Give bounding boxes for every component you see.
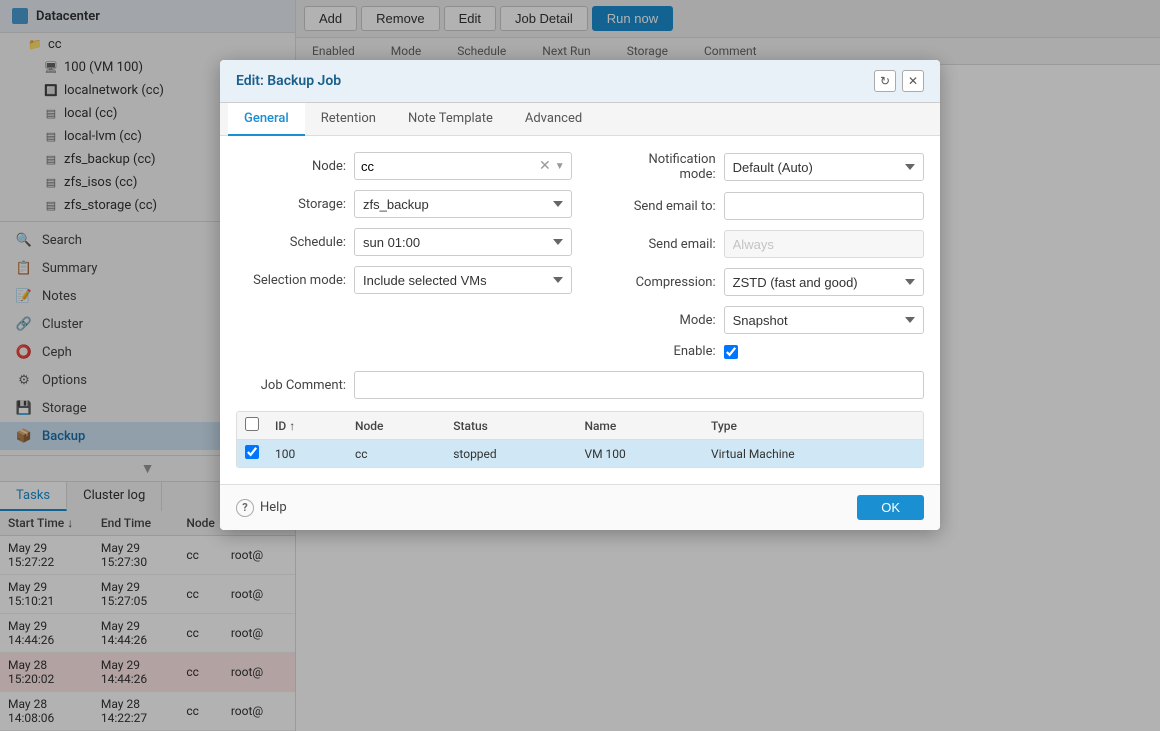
form-row-storage: Storage: zfs_backup [236, 190, 572, 218]
send-email-label: Send email: [596, 237, 716, 252]
schedule-label: Schedule: [236, 235, 346, 250]
vm-col-type: Type [703, 412, 923, 440]
node-input-wrapper: ✕ ▼ [354, 152, 572, 180]
table-row[interactable]: 100 cc stopped VM 100 Virtual Machine [237, 440, 923, 468]
selection-mode-label: Selection mode: [236, 273, 346, 288]
vm-table-container: ID ↑ Node Status Name Type 100 [236, 411, 924, 468]
form-left: Node: ✕ ▼ Storage: zfs_backup [236, 152, 572, 359]
storage-select[interactable]: zfs_backup [354, 190, 572, 218]
form-row-send-email: Send email: Always [596, 230, 924, 258]
vm-select-all-checkbox[interactable] [245, 417, 259, 431]
ok-button[interactable]: OK [857, 495, 924, 520]
node-dropdown-icon[interactable]: ▼ [555, 161, 565, 172]
vm-row-checkbox-cell [237, 440, 267, 468]
job-comment-label: Job Comment: [236, 378, 346, 393]
form-row-send-email-to: Send email to: [596, 192, 924, 220]
notification-mode-label: Notificationmode: [596, 152, 716, 182]
modal-footer: ? Help OK [220, 484, 940, 530]
node-clear-button[interactable]: ✕ [537, 158, 553, 174]
modal-tabs: General Retention Note Template Advanced [220, 103, 940, 136]
modal-title: Edit: Backup Job [236, 73, 341, 89]
node-label: Node: [236, 159, 346, 174]
job-comment-row: Job Comment: [236, 371, 924, 399]
modal-header: Edit: Backup Job ↻ ✕ [220, 60, 940, 103]
vm-row-type: Virtual Machine [703, 440, 923, 468]
modal-close-button[interactable]: ✕ [902, 70, 924, 92]
compression-select[interactable]: ZSTD (fast and good) [724, 268, 924, 296]
enable-checkbox[interactable] [724, 345, 738, 359]
form-right: Notificationmode: Default (Auto) Send em… [596, 152, 924, 359]
vm-col-checkbox [237, 412, 267, 440]
vm-row-name: VM 100 [576, 440, 703, 468]
modal-tab-note-template[interactable]: Note Template [392, 103, 509, 136]
schedule-select[interactable]: sun 01:00 [354, 228, 572, 256]
send-email-to-input[interactable] [724, 192, 924, 220]
notification-mode-select[interactable]: Default (Auto) [724, 153, 924, 181]
modal-overlay: Edit: Backup Job ↻ ✕ General Retention N… [0, 0, 1160, 731]
modal-tab-retention[interactable]: Retention [305, 103, 392, 136]
vm-col-name: Name [576, 412, 703, 440]
job-comment-input[interactable] [354, 371, 924, 399]
selection-mode-select[interactable]: Include selected VMs [354, 266, 572, 294]
modal-tab-advanced[interactable]: Advanced [509, 103, 598, 136]
send-email-select[interactable]: Always [724, 230, 924, 258]
vm-row-checkbox[interactable] [245, 445, 259, 459]
vm-row-status: stopped [445, 440, 576, 468]
vm-table: ID ↑ Node Status Name Type 100 [237, 412, 923, 467]
help-icon: ? [236, 499, 254, 517]
form-row-enable: Enable: [596, 344, 924, 359]
help-link[interactable]: ? Help [236, 499, 287, 517]
compression-label: Compression: [596, 275, 716, 290]
node-input[interactable] [361, 159, 537, 174]
form-row-compression: Compression: ZSTD (fast and good) [596, 268, 924, 296]
modal-body: Node: ✕ ▼ Storage: zfs_backup [220, 136, 940, 484]
mode-select[interactable]: Snapshot [724, 306, 924, 334]
form-section: Node: ✕ ▼ Storage: zfs_backup [236, 152, 924, 359]
storage-label: Storage: [236, 197, 346, 212]
form-row-notification-mode: Notificationmode: Default (Auto) [596, 152, 924, 182]
form-row-mode: Mode: Snapshot [596, 306, 924, 334]
edit-backup-modal: Edit: Backup Job ↻ ✕ General Retention N… [220, 60, 940, 530]
vm-col-status: Status [445, 412, 576, 440]
vm-row-node: cc [347, 440, 445, 468]
modal-tab-general[interactable]: General [228, 103, 305, 136]
enable-label: Enable: [596, 344, 716, 359]
modal-refresh-button[interactable]: ↻ [874, 70, 896, 92]
help-label: Help [260, 500, 287, 515]
modal-header-actions: ↻ ✕ [874, 70, 924, 92]
form-row-selection-mode: Selection mode: Include selected VMs [236, 266, 572, 294]
vm-col-id[interactable]: ID ↑ [267, 412, 347, 440]
vm-col-node: Node [347, 412, 445, 440]
mode-label: Mode: [596, 313, 716, 328]
form-row-schedule: Schedule: sun 01:00 [236, 228, 572, 256]
send-email-to-label: Send email to: [596, 199, 716, 214]
vm-row-id: 100 [267, 440, 347, 468]
form-row-node: Node: ✕ ▼ [236, 152, 572, 180]
